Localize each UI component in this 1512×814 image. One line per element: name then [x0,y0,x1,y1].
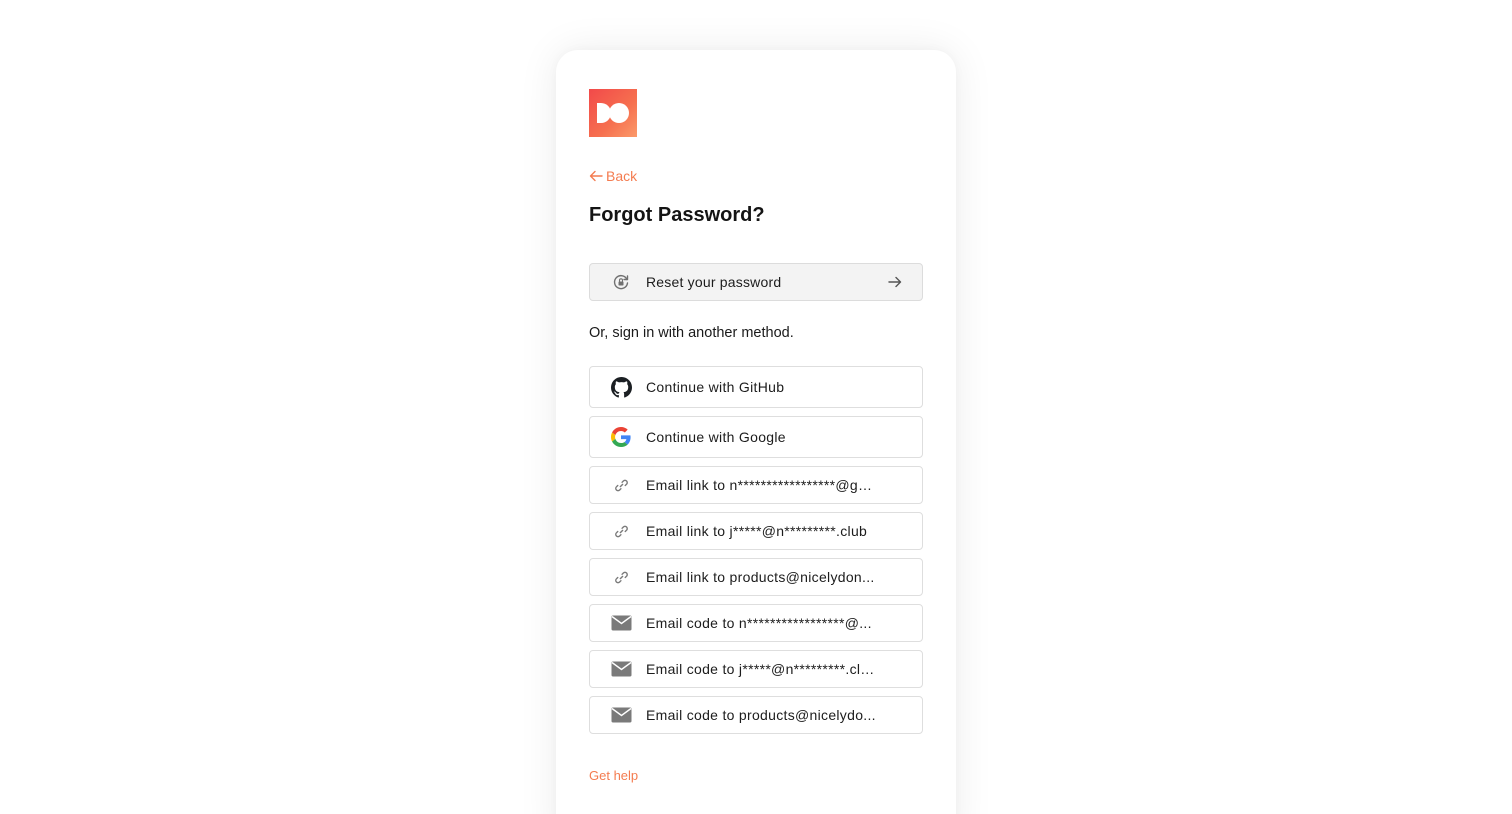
arrow-right-icon [888,276,902,288]
google-icon [610,427,632,447]
brand-logo [589,89,637,137]
email-code-button[interactable]: Email code to products@nicelydo... [589,696,923,734]
lock-reset-icon [610,273,632,291]
method-label: Email link to j*****@n*********.club [646,523,868,539]
method-label: Continue with Google [646,429,786,445]
back-link[interactable]: Back [589,168,637,184]
method-label: Email code to products@nicelydo... [646,707,876,723]
email-code-button[interactable]: Email code to j*****@n*********.club [589,650,923,688]
auth-card: Back Forgot Password? Reset your passwor… [556,50,956,814]
method-label: Email link to products@nicelydon... [646,569,875,585]
mail-icon [610,661,632,677]
logo-mark-icon [597,103,629,123]
method-label: Email code to j*****@n*********.club [646,661,876,677]
email-link-button[interactable]: Email link to n*****************@g*... [589,466,923,504]
method-label: Continue with GitHub [646,379,785,395]
arrow-left-icon [589,170,603,182]
github-icon [610,376,632,398]
get-help-link[interactable]: Get help [589,768,638,783]
alternate-methods-prompt: Or, sign in with another method. [589,325,794,341]
link-icon [610,478,632,493]
page-title: Forgot Password? [589,204,765,226]
link-icon [610,570,632,585]
method-label: Email code to n*****************@... [646,615,872,631]
continue-with-google-button[interactable]: Continue with Google [589,416,923,458]
reset-password-button[interactable]: Reset your password [589,263,923,301]
reset-password-label: Reset your password [646,274,782,290]
mail-icon [610,615,632,631]
mail-icon [610,707,632,723]
email-link-button[interactable]: Email link to j*****@n*********.club [589,512,923,550]
back-label: Back [606,168,638,184]
method-label: Email link to n*****************@g*... [646,477,876,493]
continue-with-github-button[interactable]: Continue with GitHub [589,366,923,408]
email-code-button[interactable]: Email code to n*****************@... [589,604,923,642]
link-icon [610,524,632,539]
email-link-button[interactable]: Email link to products@nicelydon... [589,558,923,596]
